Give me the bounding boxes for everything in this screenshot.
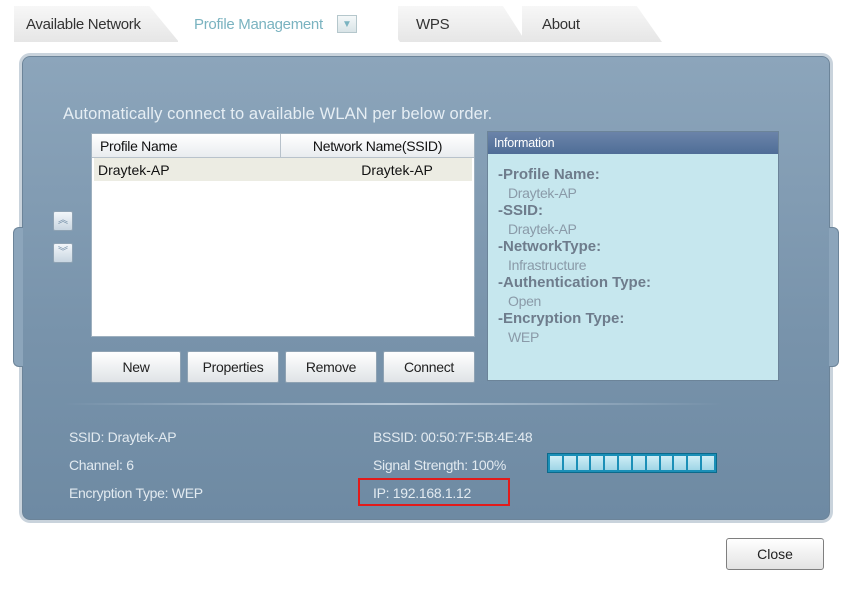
status-ssid: SSID: Draytek-AP	[69, 429, 177, 445]
table-header: Profile Name Network Name(SSID)	[92, 134, 474, 158]
info-encryption-type-label: -Encryption Type:	[498, 310, 625, 327]
signal-segment	[591, 456, 604, 470]
information-header: Information	[488, 132, 778, 154]
signal-segment	[632, 456, 645, 470]
signal-segment	[702, 456, 714, 470]
info-ssid-value: Draytek-AP	[508, 221, 577, 237]
new-button[interactable]: New	[91, 351, 181, 383]
info-encryption-type-value: WEP	[508, 329, 539, 345]
table-row[interactable]: Draytek-AP Draytek-AP	[94, 158, 472, 181]
signal-segment	[550, 456, 562, 470]
signal-segment	[619, 456, 631, 470]
dropdown-arrow-icon[interactable]: ▼	[336, 15, 357, 33]
divider	[63, 403, 723, 405]
status-signal-strength: Signal Strength: 100%	[373, 457, 507, 473]
properties-button[interactable]: Properties	[187, 351, 279, 383]
tab-wps[interactable]: WPS	[398, 6, 526, 42]
panel-side-tab-left	[13, 227, 23, 367]
information-panel: Information -Profile Name: Draytek-AP -S…	[487, 131, 779, 381]
close-button[interactable]: Close	[726, 538, 824, 570]
signal-segment	[688, 456, 701, 470]
move-up-button[interactable]: ︽	[53, 211, 73, 231]
signal-segment	[660, 456, 673, 470]
info-network-type-label: -NetworkType:	[498, 238, 602, 255]
info-auth-type-label: -Authentication Type:	[498, 274, 652, 291]
double-chevron-down-icon: ︾	[58, 247, 68, 258]
status-bssid: BSSID: 00:50:7F:5B:4E:48	[373, 429, 533, 445]
tab-about-label: About	[542, 15, 580, 33]
signal-segment	[563, 456, 576, 470]
info-profile-name-value: Draytek-AP	[508, 185, 577, 201]
connect-button[interactable]: Connect	[383, 351, 475, 383]
signal-segment	[674, 456, 687, 470]
tab-profile-management[interactable]: Profile Management ▼	[178, 6, 400, 42]
signal-strength-bar	[547, 453, 717, 473]
column-header-network-name[interactable]: Network Name(SSID)	[281, 134, 474, 157]
signal-segment	[605, 456, 618, 470]
tab-available-network[interactable]: Available Network	[14, 6, 179, 42]
info-auth-type-value: Open	[508, 293, 542, 309]
panel-side-tab-right	[829, 227, 839, 367]
double-chevron-up-icon: ︽	[58, 215, 68, 226]
info-ssid-label: -SSID:	[498, 202, 543, 219]
profile-management-panel: Automatically connect to available WLAN …	[13, 56, 839, 520]
profile-list-table[interactable]: Profile Name Network Name(SSID) Draytek-…	[91, 133, 475, 337]
signal-segment	[577, 456, 590, 470]
tab-about[interactable]: About	[522, 6, 662, 42]
info-profile-name-label: -Profile Name:	[498, 166, 600, 183]
move-down-button[interactable]: ︾	[53, 243, 73, 263]
ip-highlight-box	[358, 478, 510, 506]
remove-button[interactable]: Remove	[285, 351, 377, 383]
row-ssid: Draytek-AP	[361, 161, 433, 178]
tab-available-network-label: Available Network	[26, 15, 141, 33]
status-encryption-type: Encryption Type: WEP	[69, 485, 203, 501]
tab-wps-label: WPS	[416, 15, 450, 33]
status-channel: Channel: 6	[69, 457, 134, 473]
signal-segment	[646, 456, 659, 470]
column-header-profile-name[interactable]: Profile Name	[92, 134, 282, 157]
tab-profile-management-label: Profile Management	[194, 15, 323, 33]
info-network-type-value: Infrastructure	[508, 257, 587, 273]
row-profile-name: Draytek-AP	[98, 161, 170, 178]
instruction-text: Automatically connect to available WLAN …	[63, 105, 493, 123]
